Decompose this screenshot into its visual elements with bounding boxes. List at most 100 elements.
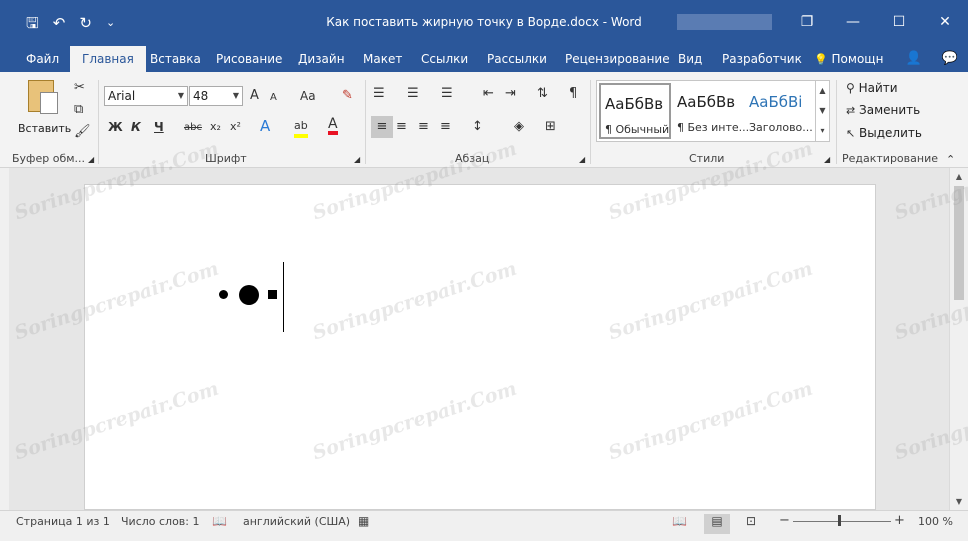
group-separator: [98, 80, 99, 164]
page-count[interactable]: Страница 1 из 1: [16, 515, 110, 528]
lightbulb-icon: 💡: [814, 53, 828, 66]
tell-me-box[interactable]: 💡 Помощн: [814, 46, 883, 73]
chevron-down-icon: ▼: [232, 91, 239, 100]
style-name: Заголово...: [749, 121, 813, 134]
superscript-button[interactable]: x²: [230, 119, 241, 135]
font-name-combo[interactable]: Arial ▼: [104, 86, 188, 106]
zoom-out-button[interactable]: −: [779, 513, 790, 528]
styles-group-label: Стили: [689, 152, 725, 165]
subscript-button[interactable]: x₂: [210, 119, 221, 135]
format-painter-icon[interactable]: 🖌: [74, 124, 91, 140]
scroll-up-icon[interactable]: ▲: [950, 172, 968, 181]
bullet-large-circle: [239, 285, 259, 305]
sort-icon[interactable]: ⇅: [537, 86, 548, 102]
group-separator: [590, 80, 591, 164]
copy-icon[interactable]: ⧉: [74, 102, 83, 118]
zoom-level[interactable]: 100 %: [918, 515, 953, 528]
scroll-thumb[interactable]: [954, 186, 964, 300]
decrease-indent-icon[interactable]: ⇤: [483, 86, 494, 102]
grow-font-icon[interactable]: A: [250, 88, 259, 104]
tab-mailings[interactable]: Рассылки: [487, 46, 547, 72]
find-button[interactable]: ⚲ Найти: [846, 80, 898, 96]
title-bar: 🖫 ↶ ↻ ⌄ Как поставить жирную точку в Вор…: [0, 0, 968, 46]
print-layout-icon[interactable]: ▤: [704, 514, 730, 534]
dialog-launcher-icon[interactable]: ◢: [88, 152, 94, 168]
show-formatting-icon[interactable]: ¶: [569, 86, 577, 102]
vertical-scrollbar[interactable]: ▲ ▼: [949, 168, 968, 510]
line-spacing-icon[interactable]: ↕: [472, 119, 483, 135]
web-layout-icon[interactable]: ⊡: [746, 514, 756, 528]
ribbon-tabs: Файл Главная Вставка Рисование Дизайн Ма…: [0, 46, 968, 72]
tab-developer[interactable]: Разработчик: [722, 46, 802, 72]
maximize-button[interactable]: ☐: [876, 6, 922, 38]
select-button[interactable]: ↖ Выделить: [846, 126, 922, 142]
shrink-font-icon[interactable]: A: [270, 90, 277, 106]
comment-icon[interactable]: 💬: [942, 46, 958, 72]
user-icon[interactable]: 👤: [906, 46, 922, 72]
proofing-icon[interactable]: 📖: [212, 514, 227, 528]
font-color-button[interactable]: A: [328, 117, 338, 135]
shading-icon[interactable]: ◈: [514, 119, 524, 135]
style-name: ¶ Обычный: [605, 123, 670, 136]
cut-icon[interactable]: ✂: [74, 80, 85, 96]
gallery-scroll[interactable]: ▲ ▼ ▾: [815, 81, 829, 141]
style-normal[interactable]: АаБбВв ¶ Обычный: [599, 83, 671, 139]
tab-view[interactable]: Вид: [678, 46, 702, 72]
align-left-icon[interactable]: ≡: [371, 116, 393, 138]
tab-file[interactable]: Файл: [26, 46, 59, 72]
style-no-spacing[interactable]: АаБбВв ¶ Без инте...: [673, 83, 749, 139]
strikethrough-button[interactable]: abc: [184, 120, 202, 136]
dialog-launcher-icon[interactable]: ◢: [579, 152, 585, 168]
account-name[interactable]: [677, 14, 772, 30]
zoom-slider-thumb[interactable]: [838, 515, 841, 526]
paragraph-group-label: Абзац: [455, 152, 490, 165]
chevron-down-icon[interactable]: ▼: [816, 101, 829, 121]
tab-insert[interactable]: Вставка: [150, 46, 201, 72]
select-label: Выделить: [859, 126, 922, 140]
bold-button[interactable]: Ж: [108, 119, 123, 135]
increase-indent-icon[interactable]: ⇥: [505, 86, 516, 102]
paste-button[interactable]: Вставить: [14, 78, 71, 138]
scroll-down-icon[interactable]: ▼: [950, 497, 968, 506]
text-effects-button[interactable]: A: [260, 118, 270, 134]
styles-gallery: АаБбВв ¶ Обычный АаБбВв ¶ Без инте... Аа…: [596, 80, 830, 142]
word-count[interactable]: Число слов: 1: [121, 515, 200, 528]
tab-review[interactable]: Рецензирование: [565, 46, 670, 72]
tab-layout[interactable]: Макет: [363, 46, 402, 72]
bullets-icon[interactable]: ☰: [373, 86, 385, 102]
style-heading[interactable]: АаБбВі Заголово...: [745, 83, 817, 139]
italic-button[interactable]: К: [131, 119, 141, 135]
macro-icon[interactable]: ▦: [358, 514, 369, 528]
tab-references[interactable]: Ссылки: [421, 46, 468, 72]
document-page[interactable]: [84, 184, 876, 510]
highlight-button[interactable]: ab: [294, 118, 308, 138]
underline-button[interactable]: Ч: [154, 119, 164, 135]
clear-formatting-icon[interactable]: ✎: [342, 88, 353, 104]
dialog-launcher-icon[interactable]: ◢: [354, 152, 360, 168]
zoom-in-button[interactable]: +: [894, 513, 905, 528]
justify-icon[interactable]: ≡: [440, 119, 451, 135]
dialog-launcher-icon[interactable]: ◢: [824, 152, 830, 168]
collapse-ribbon-icon[interactable]: ⌃: [946, 152, 955, 168]
borders-icon[interactable]: ⊞: [545, 119, 556, 135]
more-icon[interactable]: ▾: [816, 121, 829, 141]
change-case-icon[interactable]: Aa: [300, 88, 316, 104]
group-separator: [365, 80, 366, 164]
chevron-up-icon[interactable]: ▲: [816, 81, 829, 101]
close-button[interactable]: ✕: [922, 6, 968, 38]
numbering-icon[interactable]: ☰: [407, 86, 419, 102]
read-mode-icon[interactable]: 📖: [672, 514, 687, 528]
align-center-icon[interactable]: ≡: [396, 119, 407, 135]
font-size-combo[interactable]: 48 ▼: [189, 86, 243, 106]
language[interactable]: английский (США): [243, 515, 350, 528]
tab-design[interactable]: Дизайн: [298, 46, 345, 72]
align-right-icon[interactable]: ≡: [418, 119, 429, 135]
ribbon-display-options-icon[interactable]: ❐: [784, 6, 830, 38]
zoom-slider-track[interactable]: [793, 521, 891, 522]
tab-home[interactable]: Главная: [70, 46, 146, 72]
multilevel-list-icon[interactable]: ☰: [441, 86, 453, 102]
replace-button[interactable]: ⇄ Заменить: [846, 103, 920, 119]
minimize-button[interactable]: —: [830, 6, 876, 38]
tab-draw[interactable]: Рисование: [216, 46, 282, 72]
style-sample: АаБбВв: [605, 95, 664, 113]
